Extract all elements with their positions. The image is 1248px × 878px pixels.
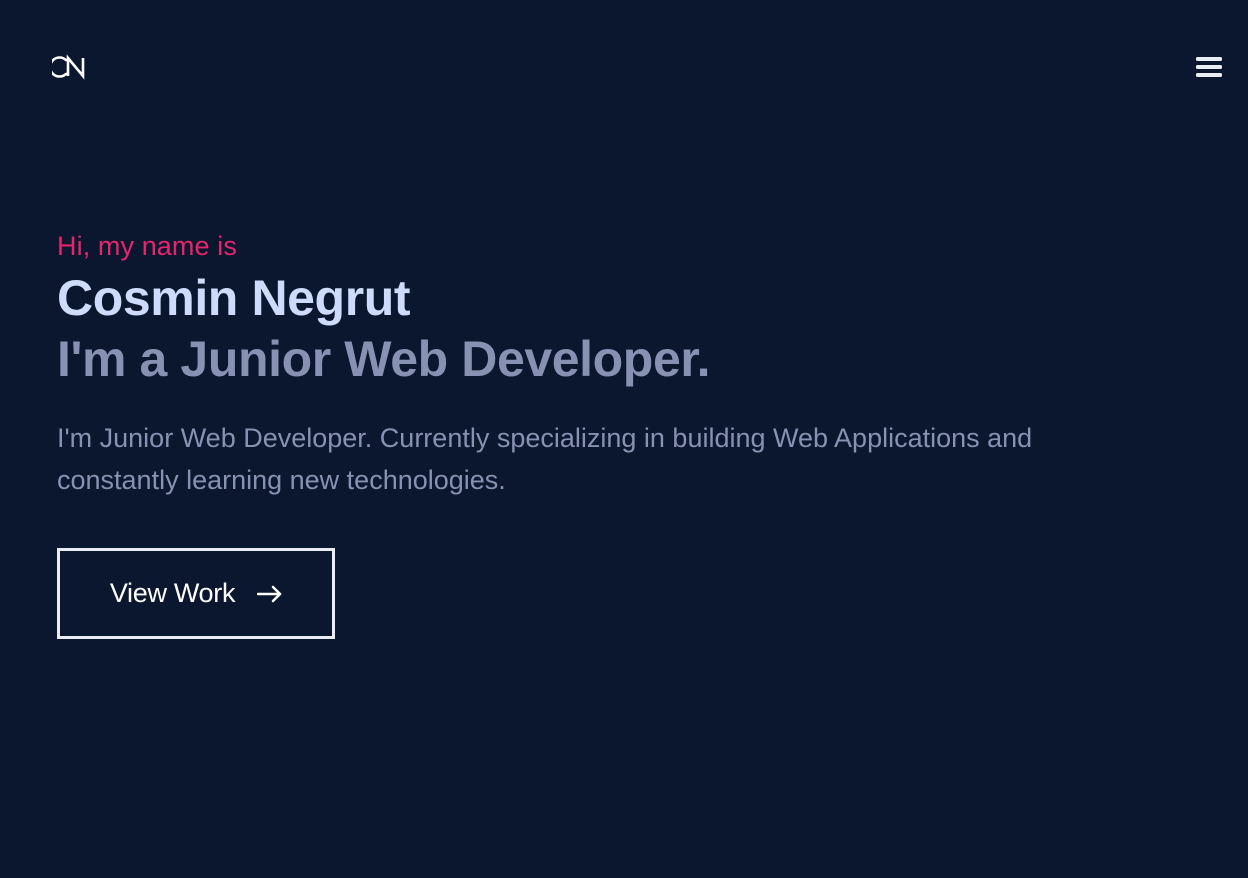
arrow-right-icon xyxy=(257,585,282,602)
hero-description: I'm Junior Web Developer. Currently spec… xyxy=(57,423,1033,495)
menu-button[interactable] xyxy=(1190,50,1228,84)
view-work-label: View Work xyxy=(109,578,236,608)
hero-section: Hi, my name is Cosmin Negrut I'm a Junio… xyxy=(57,228,1177,501)
view-work-button[interactable]: View Work xyxy=(57,548,335,639)
greeting-text: Hi, my name is xyxy=(57,231,237,261)
logo[interactable] xyxy=(52,52,96,82)
logo-icon xyxy=(52,54,85,80)
developer-name: Cosmin Negrut xyxy=(57,270,411,326)
hamburger-menu-icon xyxy=(1196,57,1222,77)
developer-role: I'm a Junior Web Developer. xyxy=(57,331,711,387)
